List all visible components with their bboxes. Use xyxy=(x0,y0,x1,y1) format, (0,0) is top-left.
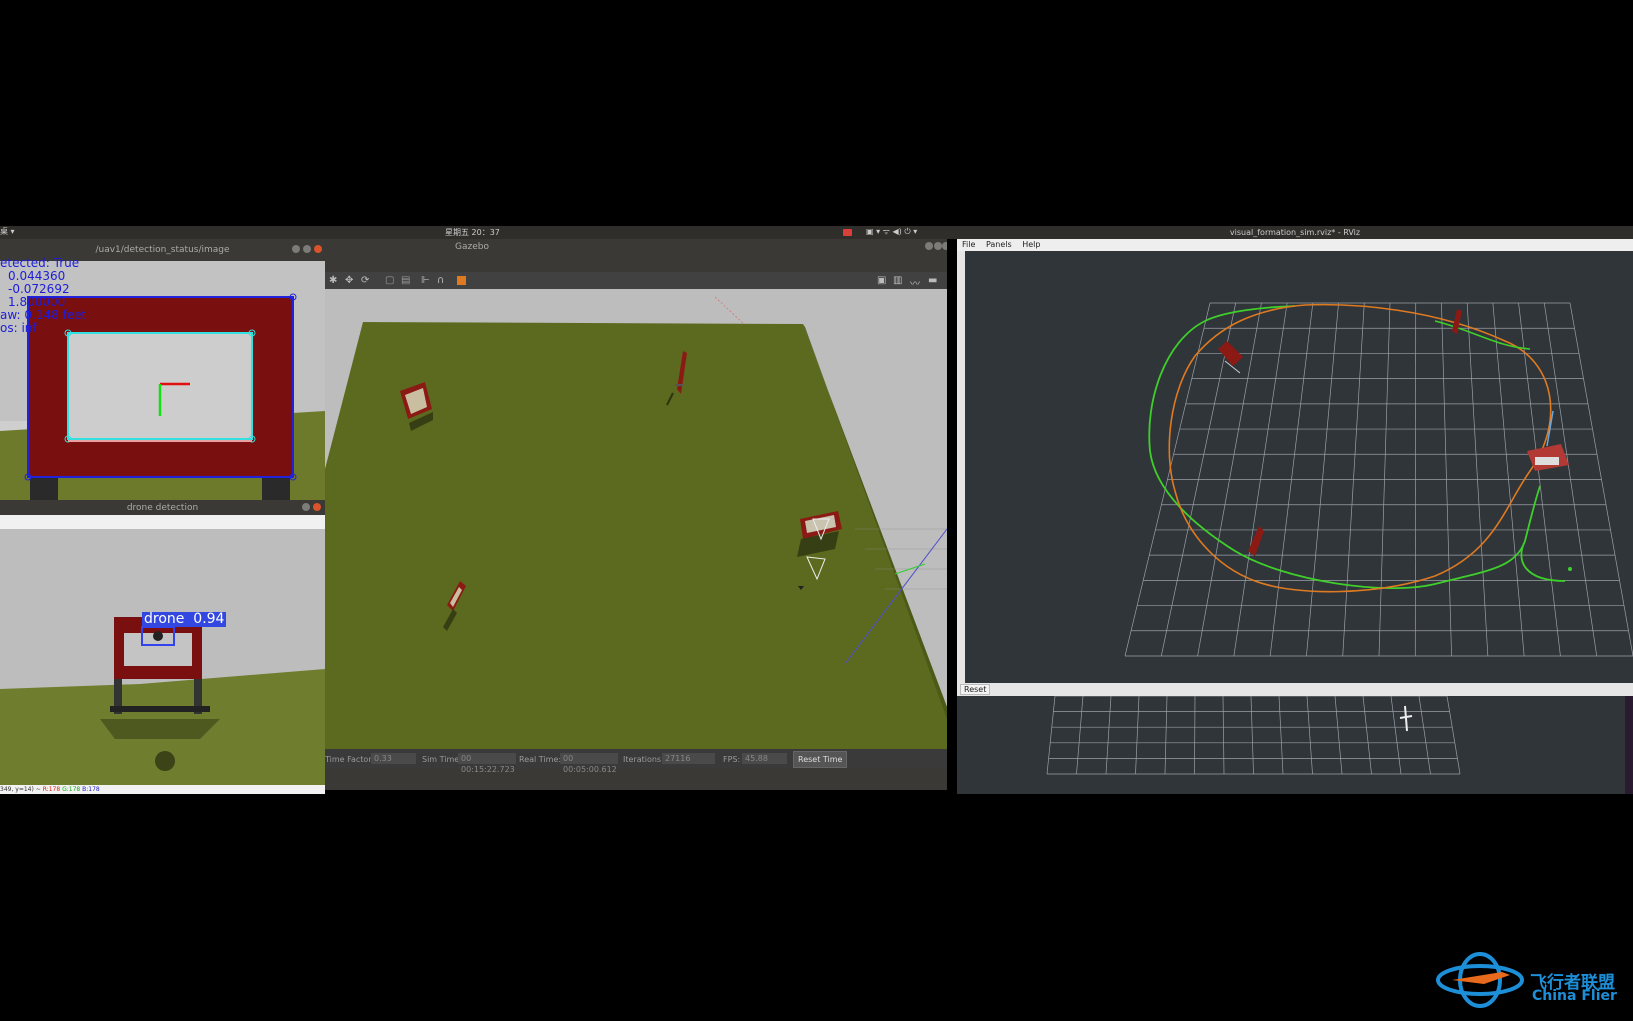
translate-tool-icon[interactable]: ✥ xyxy=(345,275,353,286)
drone-window-title: drone detection xyxy=(126,502,199,513)
detection-line-6: os: inf xyxy=(0,321,37,335)
fps-value: 45.88 xyxy=(742,753,787,764)
menu-panels[interactable]: Panels xyxy=(986,240,1012,249)
reset-time-button[interactable]: Reset Time xyxy=(793,751,848,768)
gazebo-window: Gazebo ✱ ✥ ⟳ ▢ ▤ ⊩ ∩ ▣ ▥ 〰 ▬ Time Factor… xyxy=(325,239,947,790)
activities-menu[interactable]: 桌 ▾ xyxy=(0,226,15,237)
minimize-icon[interactable] xyxy=(292,245,300,253)
align-icon[interactable]: ⊩ xyxy=(421,275,430,286)
watermark-en: China Flier xyxy=(1532,988,1617,1004)
gazebo-window-title: Gazebo xyxy=(455,241,489,252)
rviz-bottom-bar: Reset xyxy=(957,683,1633,696)
close-icon[interactable] xyxy=(942,242,947,250)
detection-line-2: 0.044360 xyxy=(8,269,66,283)
iterations-label: Iterations: xyxy=(623,755,664,764)
pixel-g: G:178 xyxy=(62,786,81,793)
pixel-r: R:178 xyxy=(42,786,61,793)
close-icon[interactable] xyxy=(313,503,321,511)
gazebo-scene[interactable] xyxy=(325,289,947,749)
menu-file[interactable]: File xyxy=(962,240,975,249)
detection-line-5: aw: 0.148 feet xyxy=(0,308,87,322)
detection-line-3: -0.072692 xyxy=(8,282,70,296)
time-factor-label: Time Factor: xyxy=(325,755,375,764)
rviz-window-title: visual_formation_sim.rviz* - RViz xyxy=(1229,228,1361,237)
gazebo-toolbar: ✱ ✥ ⟳ ▢ ▤ ⊩ ∩ ▣ ▥ 〰 ▬ xyxy=(325,272,947,290)
record-icon[interactable] xyxy=(843,229,852,236)
clock[interactable]: 星期五 20：37 xyxy=(445,227,500,238)
copy-icon[interactable]: ▢ xyxy=(385,275,394,286)
menu-help[interactable]: Help xyxy=(1022,240,1040,249)
rviz-titlebar[interactable]: visual_formation_sim.rviz* - RViz xyxy=(957,226,1633,239)
detection-label: drone 0.94 xyxy=(142,611,227,627)
secondary-view xyxy=(957,696,1633,794)
drone-camera-image xyxy=(0,529,325,785)
rviz-3d-view[interactable] xyxy=(965,251,1633,683)
video-icon[interactable]: ▬ xyxy=(928,275,937,286)
rviz-window: visual_formation_sim.rviz* - RViz File P… xyxy=(957,226,1633,794)
sim-time-value: 00 00:15:22.723 xyxy=(458,753,516,774)
iterations-value: 27116 xyxy=(662,753,715,764)
real-time-value: 00 00:05:00.612 xyxy=(560,753,618,774)
detection-line-1: etected: True xyxy=(0,256,80,270)
rotate-tool-icon[interactable]: ⟳ xyxy=(361,275,369,286)
drone-toolbar-strip xyxy=(0,515,325,529)
system-tray[interactable]: ▣ ▾ ᯤ ◀) ⏻ ▾ xyxy=(866,226,917,237)
drone-titlebar[interactable]: drone detection xyxy=(0,500,325,515)
close-icon[interactable] xyxy=(314,245,322,253)
plane-logo-icon xyxy=(1436,952,1524,1008)
log-icon[interactable]: ▥ xyxy=(893,275,902,286)
pixel-status-bar: 349, y=14) ~ R:178 G:178 B:178 xyxy=(0,785,325,794)
minimize-icon[interactable] xyxy=(302,503,310,511)
screenshot-icon[interactable]: ▣ xyxy=(877,275,886,286)
real-time-label: Real Time: xyxy=(519,755,562,764)
watermark-logo xyxy=(1432,950,1528,1010)
plot-icon[interactable]: 〰 xyxy=(910,275,920,290)
maximize-icon[interactable] xyxy=(303,245,311,253)
time-factor-value: 0.33 xyxy=(371,753,416,764)
gazebo-footer: Time Factor: 0.33 Sim Time: 00 00:15:22.… xyxy=(325,749,947,774)
detection-line-4: 1.800000 xyxy=(8,295,66,309)
shape-icon[interactable] xyxy=(457,276,466,285)
rviz-menubar: File Panels Help xyxy=(957,239,1633,251)
minimize-icon[interactable] xyxy=(925,242,933,250)
maximize-icon[interactable] xyxy=(934,242,942,250)
pixel-b: B:178 xyxy=(82,786,100,793)
fps-label: FPS: xyxy=(723,755,741,764)
sim-time-label: Sim Time: xyxy=(422,755,462,764)
detection-window-title: /uav1/detection_status/image xyxy=(95,245,230,255)
detection-status-window: /uav1/detection_status/image etected: Tr… xyxy=(0,239,325,500)
snap-icon[interactable]: ∩ xyxy=(437,275,444,286)
paste-icon[interactable]: ▤ xyxy=(401,275,410,286)
select-tool-icon[interactable]: ✱ xyxy=(329,275,337,286)
drone-detection-window: drone detection drone 0.94 349, y=14) ~ … xyxy=(0,500,325,794)
pixel-coords: 349, y=14) ~ xyxy=(0,786,41,793)
gazebo-titlebar[interactable]: Gazebo xyxy=(325,239,947,254)
rviz-reset-button[interactable]: Reset xyxy=(960,684,991,695)
